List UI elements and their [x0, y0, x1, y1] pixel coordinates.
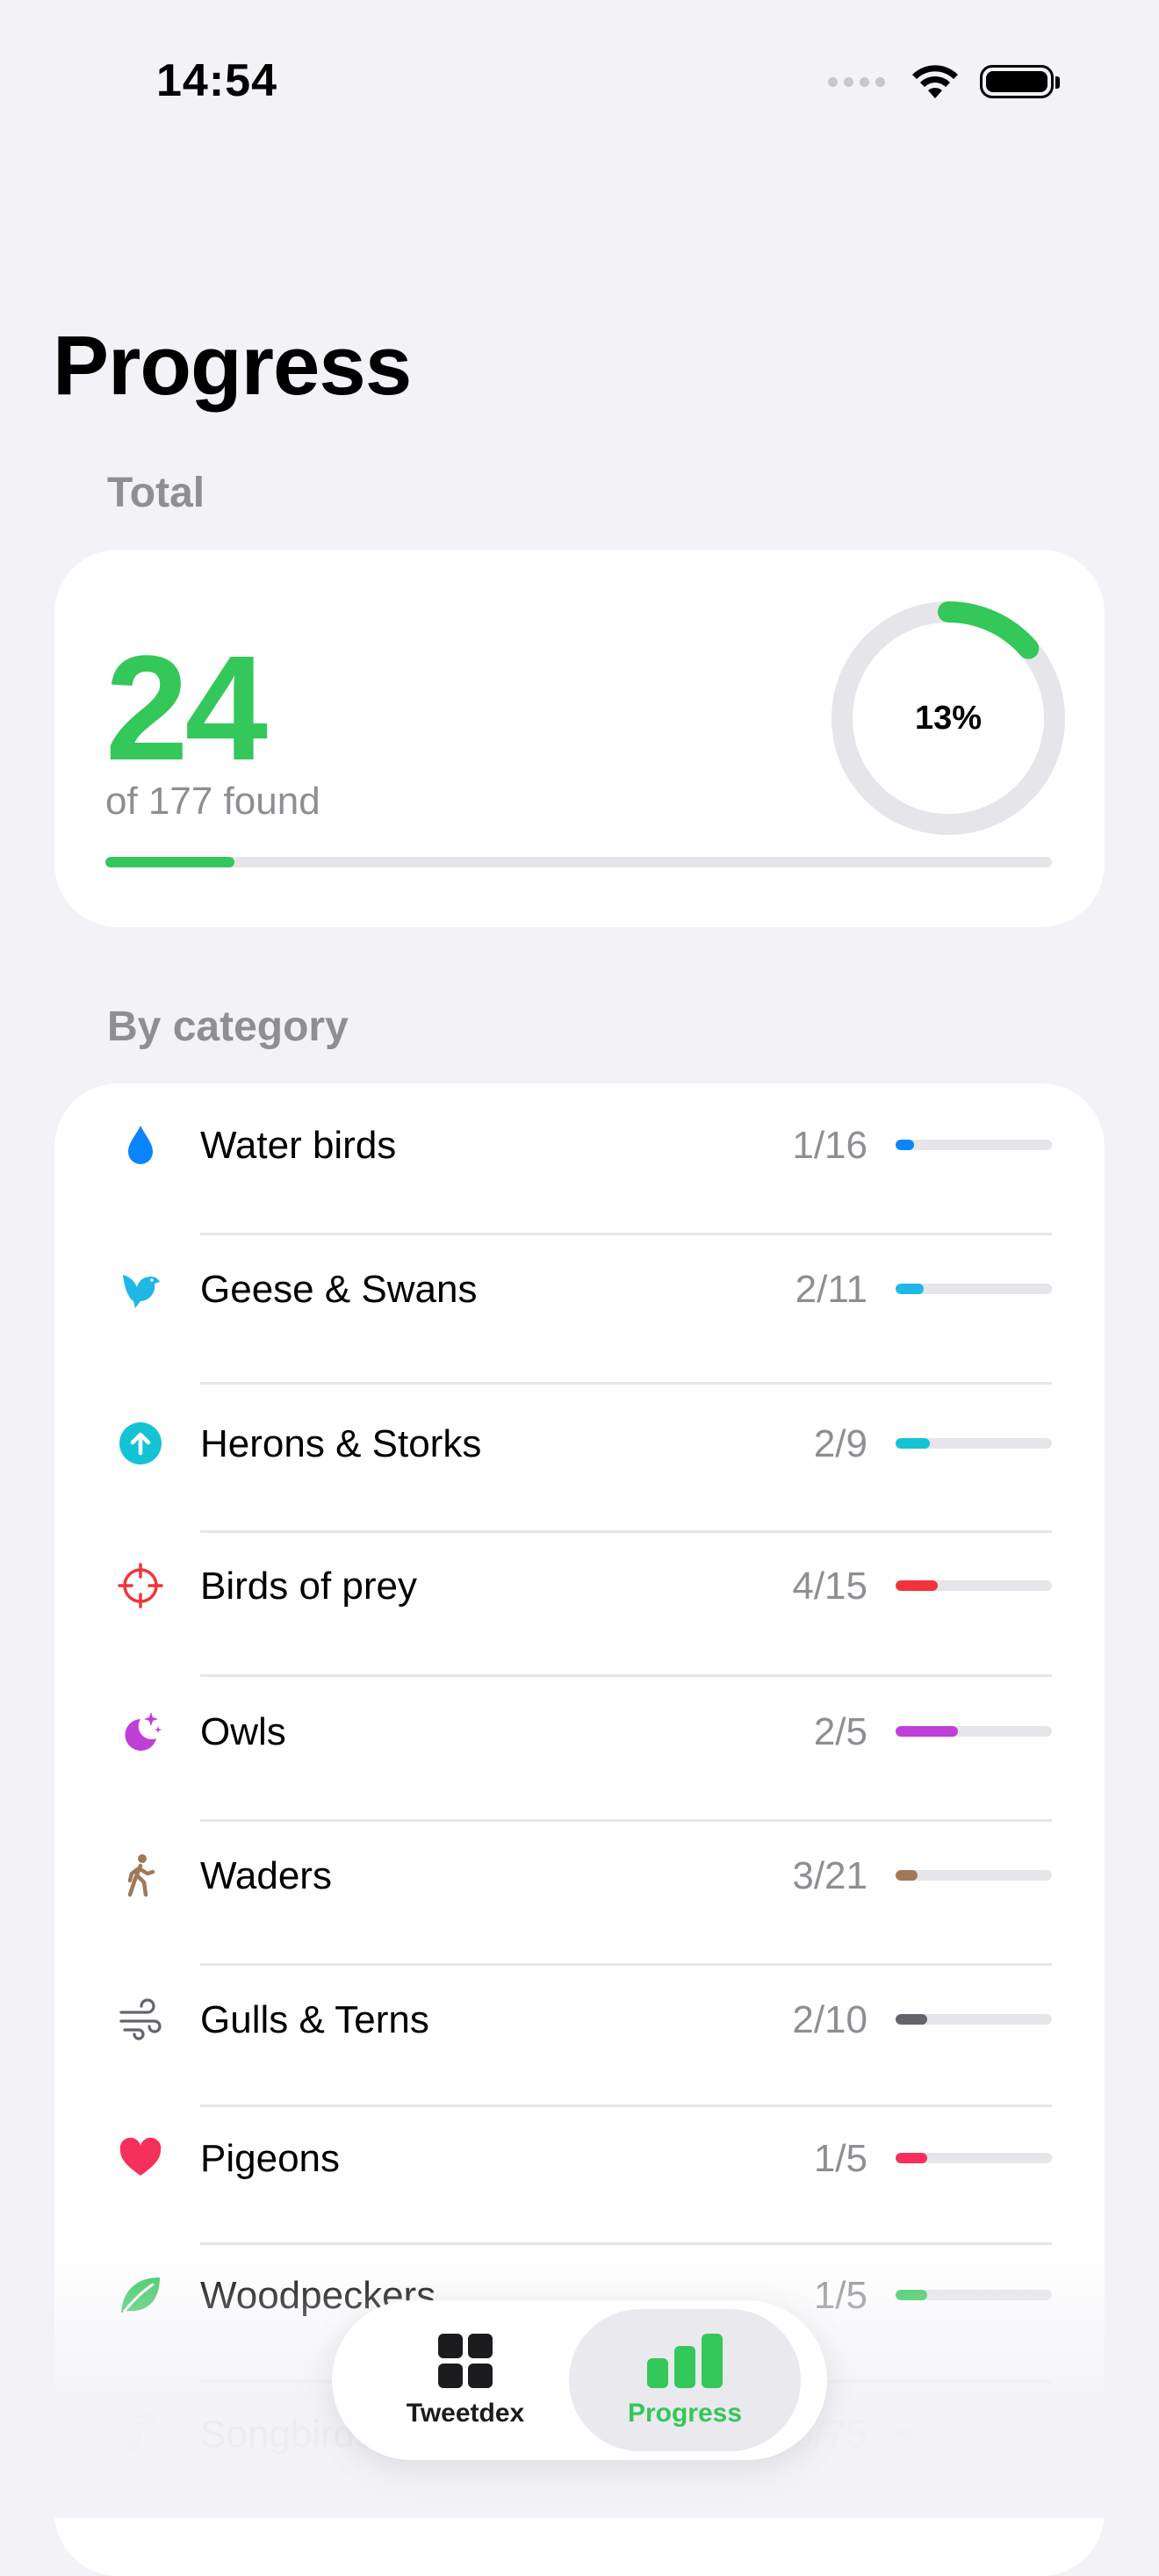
battery-icon: [980, 65, 1060, 98]
category-progress-fill: [896, 2014, 927, 2025]
category-progress-bar: [896, 1140, 1052, 1150]
category-section-label: By category: [107, 1004, 349, 1050]
status-bar: 14:54: [0, 0, 1159, 176]
status-time: 14:54: [156, 55, 277, 106]
total-progress-fill: [105, 857, 234, 867]
percent-label: 13%: [914, 699, 983, 737]
scope-icon: [118, 1563, 163, 1608]
category-count: 2/10: [792, 1998, 867, 2041]
total-progress-bar: [105, 857, 1052, 867]
found-count: 24: [105, 625, 268, 792]
category-name: Water birds: [200, 1124, 397, 1167]
category-row[interactable]: Waders 3/21: [54, 1821, 1105, 1926]
category-row[interactable]: Water birds 1/16: [54, 1090, 1105, 1196]
category-progress-bar: [896, 1284, 1052, 1294]
category-row[interactable]: Pigeons 1/5: [54, 2104, 1105, 2209]
category-name: Pigeons: [200, 2137, 341, 2180]
arrow-up-circle-icon: [118, 1421, 163, 1466]
page-title: Progress: [53, 319, 412, 413]
category-name: Birds of prey: [200, 1565, 417, 1608]
category-progress-fill: [896, 1580, 939, 1591]
category-progress-bar: [896, 1726, 1052, 1737]
row-divider: [200, 1382, 1052, 1385]
cellular-signal-icon: [828, 76, 885, 87]
tab-progress[interactable]: Progress: [569, 2309, 801, 2451]
category-progress-fill: [896, 2153, 927, 2163]
total-section-label: Total: [107, 470, 205, 516]
category-progress-bar: [896, 1870, 1052, 1881]
category-row[interactable]: Herons & Storks 2/9: [54, 1389, 1105, 1494]
category-count: 1/5: [813, 2137, 867, 2180]
category-count: 2/11: [795, 1268, 867, 1311]
category-count: 2/9: [813, 1422, 867, 1465]
category-count: 2/5: [813, 1710, 867, 1753]
category-count: 1/16: [792, 1124, 867, 1167]
category-progress-fill: [896, 1284, 925, 1294]
category-count: 4/15: [792, 1565, 867, 1608]
tab-label: Tweetdex: [406, 2399, 525, 2428]
category-row[interactable]: Birds of prey 4/15: [54, 1531, 1105, 1637]
status-icons: [828, 63, 1060, 100]
category-row[interactable]: Geese & Swans 2/11: [54, 1234, 1105, 1340]
category-progress-bar: [896, 2014, 1052, 2025]
category-progress-fill: [896, 1726, 959, 1737]
wifi-icon: [912, 65, 958, 98]
tab-tweetdex[interactable]: Tweetdex: [349, 2309, 581, 2451]
wind-icon: [118, 1997, 163, 2042]
drop-icon: [118, 1122, 163, 1168]
category-name: Owls: [200, 1710, 286, 1753]
category-progress-fill: [896, 1438, 931, 1449]
category-name: Herons & Storks: [200, 1422, 482, 1465]
tab-label: Progress: [627, 2399, 743, 2428]
total-card: 24 of 177 found 13%: [54, 550, 1105, 927]
grid-icon: [438, 2334, 493, 2388]
category-progress-bar: [896, 2153, 1052, 2163]
found-text: of 177 found: [105, 780, 320, 823]
heart-icon: [118, 2135, 163, 2181]
category-progress-fill: [896, 1140, 915, 1150]
category-row[interactable]: Owls 2/5: [54, 1677, 1105, 1782]
category-progress-fill: [896, 1870, 918, 1881]
bar-chart-icon: [647, 2334, 723, 2388]
category-count: 3/21: [792, 1854, 867, 1897]
category-name: Gulls & Terns: [200, 1998, 429, 2041]
category-name: Waders: [200, 1854, 332, 1897]
category-progress-bar: [896, 1438, 1052, 1449]
bird-icon: [118, 1266, 163, 1312]
tab-bar: Tweetdex Progress: [332, 2300, 827, 2460]
category-progress-bar: [896, 1580, 1052, 1591]
category-name: Geese & Swans: [200, 1268, 478, 1311]
category-row[interactable]: Gulls & Terns 2/10: [54, 1965, 1105, 2070]
walking-icon: [118, 1853, 163, 1898]
moon-stars-icon: [118, 1709, 163, 1754]
